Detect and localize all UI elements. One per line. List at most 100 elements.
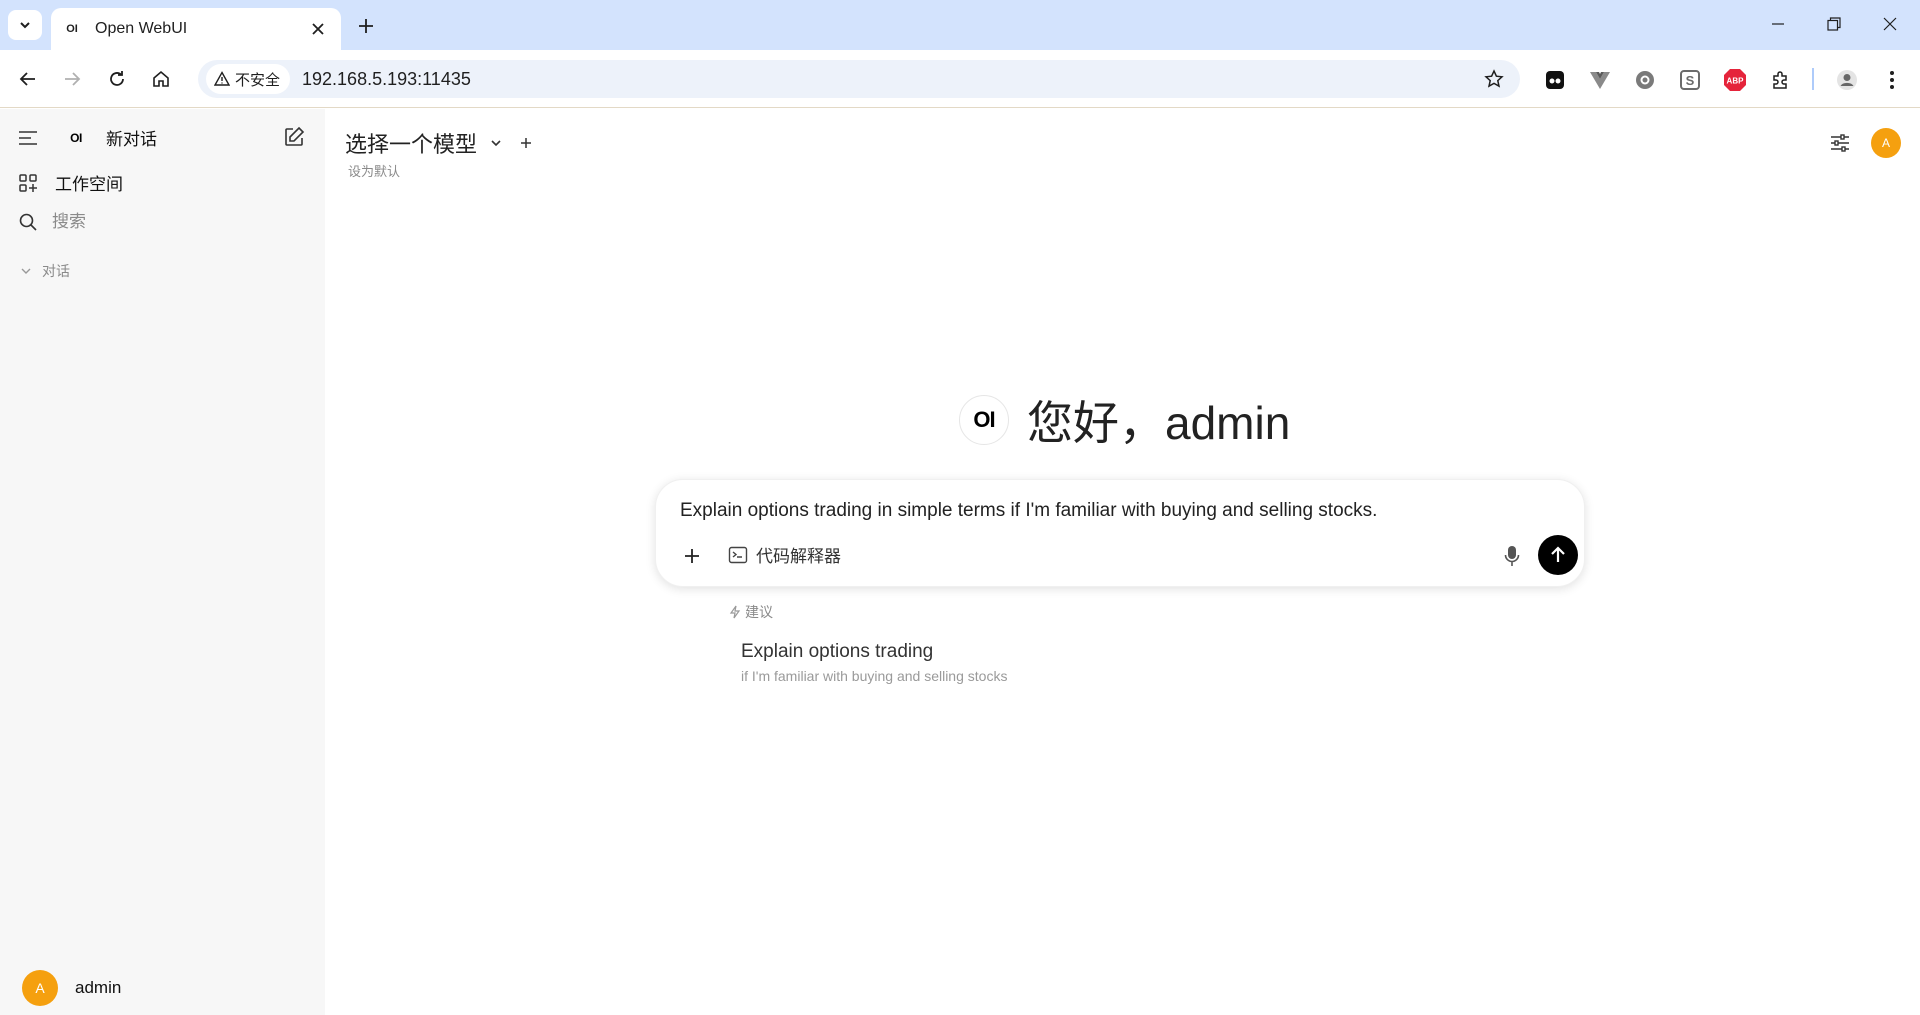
add-model-button[interactable]: [519, 136, 533, 150]
tab-title: Open WebUI: [95, 20, 188, 37]
restore-icon: [1827, 17, 1841, 31]
suggestions-label: 建议: [745, 604, 773, 620]
adblock-plus-icon: ABP: [1724, 69, 1746, 91]
tab-favicon: OI: [66, 23, 78, 35]
extension-circle-button[interactable]: [1631, 66, 1659, 94]
suggestion-title: Explain options trading: [741, 641, 934, 662]
address-bar[interactable]: 不安全 192.168.5.193:11435: [198, 60, 1520, 98]
user-name: admin: [75, 978, 122, 997]
message-input[interactable]: Explain options trading in simple terms …: [680, 500, 1377, 522]
window-close-button[interactable]: [1862, 0, 1918, 48]
arrow-left-icon: [19, 72, 35, 86]
avatar: A: [22, 970, 58, 1006]
toolbar-divider: [1812, 68, 1814, 90]
new-tab-button[interactable]: [352, 12, 380, 40]
arrow-right-icon: [65, 72, 81, 86]
extensions-menu-button[interactable]: [1767, 66, 1795, 94]
microphone-icon: [1504, 546, 1520, 566]
controls-button[interactable]: [1824, 127, 1856, 159]
edit-icon: [285, 126, 305, 146]
tab-search-button[interactable]: [8, 10, 42, 40]
new-chat-link[interactable]: OI 新对话: [64, 125, 157, 150]
user-menu-button[interactable]: A admin: [22, 970, 121, 1006]
puzzle-icon: [1773, 71, 1787, 89]
user-avatar-button[interactable]: A: [1870, 127, 1902, 159]
sidebar: OI 新对话 工作空间 对话 A admin: [0, 109, 325, 1015]
browser-tab-active[interactable]: OI Open WebUI: [51, 8, 341, 50]
avatar: A: [1871, 128, 1901, 158]
new-chat-button[interactable]: [283, 126, 305, 148]
back-button[interactable]: [12, 63, 44, 95]
message-composer: Explain options trading in simple terms …: [655, 479, 1585, 587]
set-default-link[interactable]: 设为默认: [348, 161, 400, 180]
workspace-label: 工作空间: [55, 175, 123, 194]
suggestion-item[interactable]: Explain options trading if I'm familiar …: [741, 641, 1007, 684]
circle-extension-icon: [1636, 71, 1654, 89]
sidebar-search: [18, 212, 292, 232]
search-input[interactable]: [52, 212, 292, 232]
chevron-down-icon: [491, 140, 501, 147]
reload-icon: [110, 71, 124, 86]
forward-button[interactable]: [56, 63, 88, 95]
model-selector[interactable]: 选择一个模型: [345, 127, 533, 159]
restore-button[interactable]: [1806, 0, 1862, 48]
bookmark-button[interactable]: [1482, 67, 1506, 91]
sliders-icon: [1831, 134, 1849, 152]
browser-menu-button[interactable]: [1878, 66, 1906, 94]
vue-extension-icon: [1590, 72, 1610, 89]
greeting-text: 您好，admin: [1027, 397, 1291, 449]
voice-input-button[interactable]: [1498, 542, 1526, 570]
suggestion-subtitle: if I'm familiar with buying and selling …: [741, 668, 1008, 684]
browser-tab-strip: OI Open WebUI: [0, 0, 1920, 50]
svg-text:ABP: ABP: [1727, 77, 1745, 86]
close-icon: [312, 23, 324, 35]
profile-button[interactable]: [1833, 66, 1861, 94]
search-icon: [19, 213, 37, 231]
chats-section-toggle[interactable]: 对话: [20, 261, 70, 281]
sidebar-toggle-button[interactable]: [18, 130, 38, 146]
new-chat-label: 新对话: [106, 130, 157, 149]
svg-text:S: S: [1686, 73, 1695, 88]
extension-vue-button[interactable]: [1586, 66, 1614, 94]
chevron-down-icon: [21, 268, 31, 274]
s-extension-icon: S: [1680, 70, 1700, 90]
extension-dice-button[interactable]: [1541, 66, 1569, 94]
star-icon: [1484, 69, 1504, 88]
tab-close-button[interactable]: [307, 18, 329, 40]
send-button[interactable]: [1538, 535, 1578, 575]
model-select-label: 选择一个模型: [345, 132, 478, 157]
minimize-icon: [1772, 23, 1784, 25]
bolt-icon: [729, 605, 741, 619]
oi-logo: OI: [959, 395, 1009, 445]
suggestions-header: 建议: [729, 602, 773, 622]
dice-extension-icon: [1546, 71, 1564, 89]
close-icon: [1883, 17, 1897, 31]
extension-s-button[interactable]: S: [1676, 66, 1704, 94]
reload-button[interactable]: [101, 63, 133, 95]
url-text: 192.168.5.193:11435: [302, 68, 471, 89]
more-vertical-icon: [1890, 71, 1894, 89]
security-indicator[interactable]: 不安全: [206, 64, 291, 94]
attach-button[interactable]: [676, 540, 708, 572]
home-icon: [153, 70, 169, 87]
menu-icon: [19, 131, 37, 145]
minimize-button[interactable]: [1750, 0, 1806, 48]
grid-icon: [19, 173, 37, 192]
arrow-up-icon: [1551, 546, 1565, 562]
code-interpreter-label: 代码解释器: [756, 547, 841, 566]
security-label: 不安全: [235, 71, 281, 89]
sidebar-item-workspace[interactable]: 工作空间: [18, 170, 123, 195]
oi-logo: OI: [70, 130, 82, 145]
chevron-down-icon: [20, 22, 30, 29]
terminal-icon: [728, 546, 748, 563]
plus-icon: [685, 549, 699, 563]
code-interpreter-toggle[interactable]: 代码解释器: [728, 542, 841, 567]
plus-icon: [359, 19, 373, 33]
greeting: OI 您好，admin: [959, 387, 1290, 453]
home-button[interactable]: [145, 63, 177, 95]
warning-icon: [214, 71, 230, 86]
main-chat-area: 选择一个模型 设为默认 A OI 您好，admin Explain option…: [325, 109, 1920, 1015]
profile-icon: [1837, 70, 1857, 90]
extension-abp-button[interactable]: ABP: [1721, 66, 1749, 94]
chats-section-label: 对话: [42, 263, 70, 279]
